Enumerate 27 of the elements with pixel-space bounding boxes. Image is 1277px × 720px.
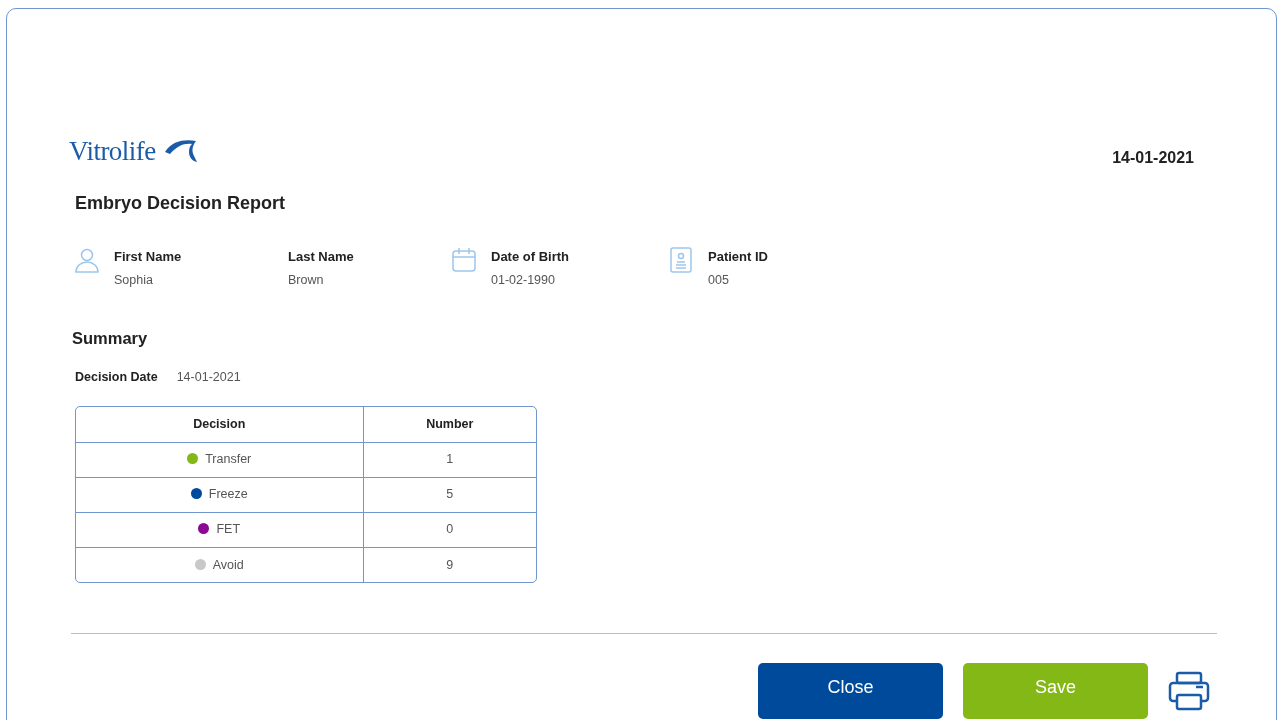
table-cell: Freeze — [76, 477, 363, 513]
print-icon[interactable] — [1168, 671, 1210, 712]
field-value: 14-01-2021 — [176, 368, 241, 386]
table-cell: FET — [76, 512, 363, 548]
field-label: First Name — [114, 247, 182, 266]
field-label: Decision Date — [75, 368, 158, 386]
table-cell: 9 — [363, 547, 536, 583]
field-value: Brown — [288, 272, 325, 289]
report-date: 14-01-2021 — [1112, 148, 1194, 168]
field-label: Last Name — [288, 247, 354, 266]
calendar-icon — [451, 246, 477, 273]
report-title: Embryo Decision Report — [75, 191, 287, 215]
close-button[interactable]: Close — [758, 663, 943, 720]
section-title: Summary — [72, 327, 149, 349]
field-value: 01-02-1990 — [491, 272, 556, 289]
column-header: Number — [363, 407, 536, 443]
field-value: Sophia — [114, 272, 154, 289]
field-value: 005 — [708, 272, 730, 289]
field-label: Patient ID — [708, 247, 768, 266]
table-cell: Avoid — [76, 547, 363, 583]
id-card-icon — [668, 246, 694, 273]
table-cell: Transfer — [76, 442, 363, 478]
logo-icon — [163, 138, 198, 165]
logo-text: Vitrolife — [69, 135, 156, 168]
column-header: Decision — [76, 407, 363, 443]
field-label: Date of Birth — [491, 247, 569, 266]
person-icon — [74, 246, 100, 273]
